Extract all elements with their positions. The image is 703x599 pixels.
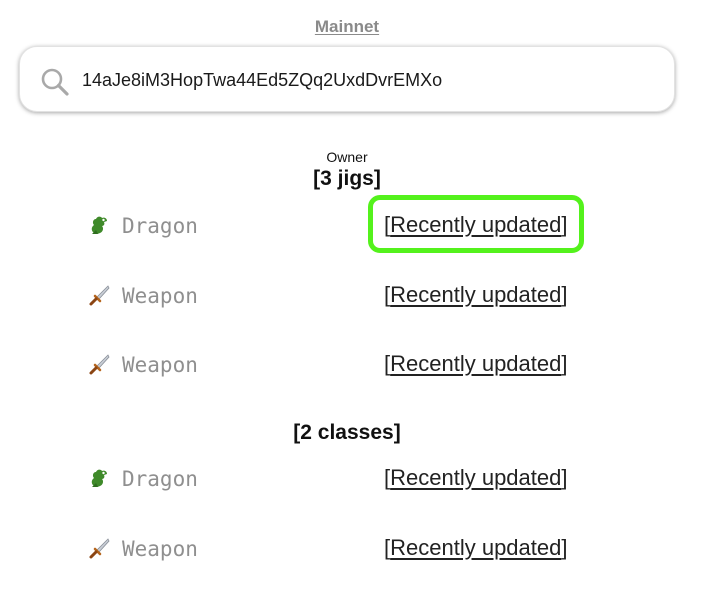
recently-updated-link[interactable]: [Recently updated]	[384, 282, 567, 308]
search-icon[interactable]	[40, 67, 70, 97]
dagger-icon	[88, 352, 112, 376]
recently-updated-link[interactable]: [Recently updated]	[384, 212, 567, 238]
jig-row-dragon: Dragon [Recently updated]	[0, 205, 703, 245]
search-input[interactable]	[82, 65, 652, 95]
owner-label: Owner	[326, 149, 368, 165]
jig-name: Dragon	[122, 214, 198, 238]
recently-updated-link[interactable]: [Recently updated]	[384, 351, 567, 377]
dagger-icon	[88, 536, 112, 560]
jigs-heading: [3 jigs]	[313, 167, 381, 190]
classes-heading: [2 classes]	[293, 421, 401, 444]
class-name: Dragon	[122, 467, 198, 491]
recently-updated-link[interactable]: [Recently updated]	[384, 465, 567, 491]
dragon-icon	[88, 466, 112, 490]
class-row-weapon: Weapon [Recently updated]	[0, 528, 703, 568]
class-row-dragon: Dragon [Recently updated]	[0, 458, 703, 498]
jig-name: Weapon	[122, 353, 198, 377]
jig-row-weapon: Weapon [Recently updated]	[0, 344, 703, 384]
class-name: Weapon	[122, 537, 198, 561]
jig-name: Weapon	[122, 284, 198, 308]
recently-updated-link[interactable]: [Recently updated]	[384, 535, 567, 561]
jig-row-weapon: Weapon [Recently updated]	[0, 275, 703, 315]
search-box	[19, 46, 675, 112]
network-link[interactable]: Mainnet	[0, 17, 694, 37]
dragon-icon	[88, 213, 112, 237]
dagger-icon	[88, 283, 112, 307]
